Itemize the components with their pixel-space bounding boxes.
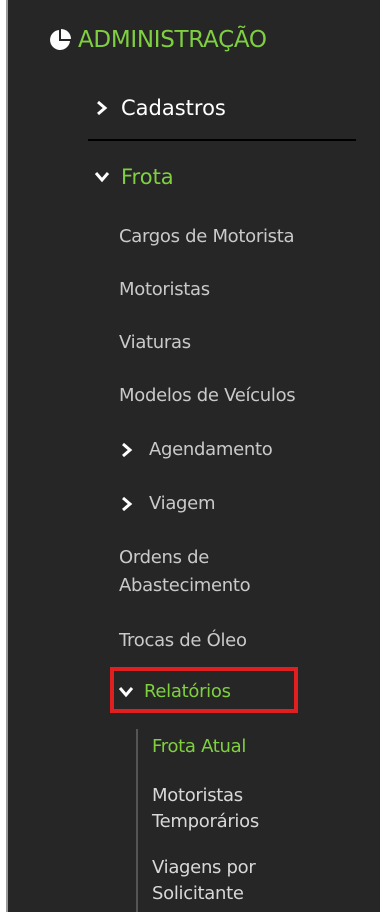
menu-item-label: Modelos de Veículos [119,385,296,406]
menu-item-frota[interactable]: Frota [93,160,174,194]
menu-item-label-line2: Temporários [152,811,259,832]
menu-item-frota-atual[interactable]: Frota Atual [152,735,246,759]
chevron-right-icon [122,496,133,512]
menu-item-agendamento-label: Agendamento [149,439,273,460]
sidebar-menu: ADMINISTRAÇÃO Cadastros Frota Cargos de … [8,0,380,912]
menu-item-label: Frota Atual [152,736,247,757]
menu-item-cargos-de-motorista[interactable]: Cargos de Motorista [119,225,295,249]
menu-item-modelos-de-veiculos[interactable]: Modelos de Veículos [119,384,296,408]
menu-item-label: Motoristas [119,279,210,300]
pie-chart-icon [50,29,71,50]
menu-divider [88,139,356,141]
menu-item-viagem[interactable]: Viagem [119,492,215,516]
menu-item-cadastros[interactable]: Cadastros [93,91,226,125]
menu-item-cadastros-label: Cadastros [121,96,226,120]
menu-item-label-line2: Solicitante [152,883,244,904]
menu-item-agendamento[interactable]: Agendamento [119,438,273,462]
menu-item-label: Trocas de Óleo [119,630,247,651]
screenshot-frame: ADMINISTRAÇÃO Cadastros Frota Cargos de … [0,0,380,912]
menu-item-label-line1: Ordens de [119,547,210,568]
section-administracao[interactable]: ADMINISTRAÇÃO [48,20,267,60]
menu-item-trocas-de-oleo[interactable]: Trocas de Óleo [119,629,247,653]
menu-item-viagens-por-solicitante[interactable]: Viagens por Solicitante [152,856,256,906]
chevron-down-icon [94,172,110,183]
submenu-tree-line [136,729,138,912]
chevron-right-icon [97,100,108,116]
menu-item-frota-label: Frota [121,165,174,189]
menu-item-ordens-de-abastecimento[interactable]: Ordens de Abastecimento [119,546,251,598]
chevron-right-icon [122,442,133,458]
section-title: ADMINISTRAÇÃO [78,27,267,53]
menu-item-label-line2: Abastecimento [119,575,251,596]
menu-item-viagem-label: Viagem [149,493,216,514]
menu-item-viaturas[interactable]: Viaturas [119,331,191,355]
menu-item-motoristas-temporarios[interactable]: Motoristas Temporários [152,784,259,834]
red-highlight-box [110,667,298,713]
menu-item-motoristas[interactable]: Motoristas [119,278,210,302]
menu-item-label: Cargos de Motorista [119,226,295,247]
menu-item-label: Viaturas [119,332,191,353]
menu-item-label-line1: Viagens por [152,857,256,878]
menu-item-label-line1: Motoristas [152,785,243,806]
